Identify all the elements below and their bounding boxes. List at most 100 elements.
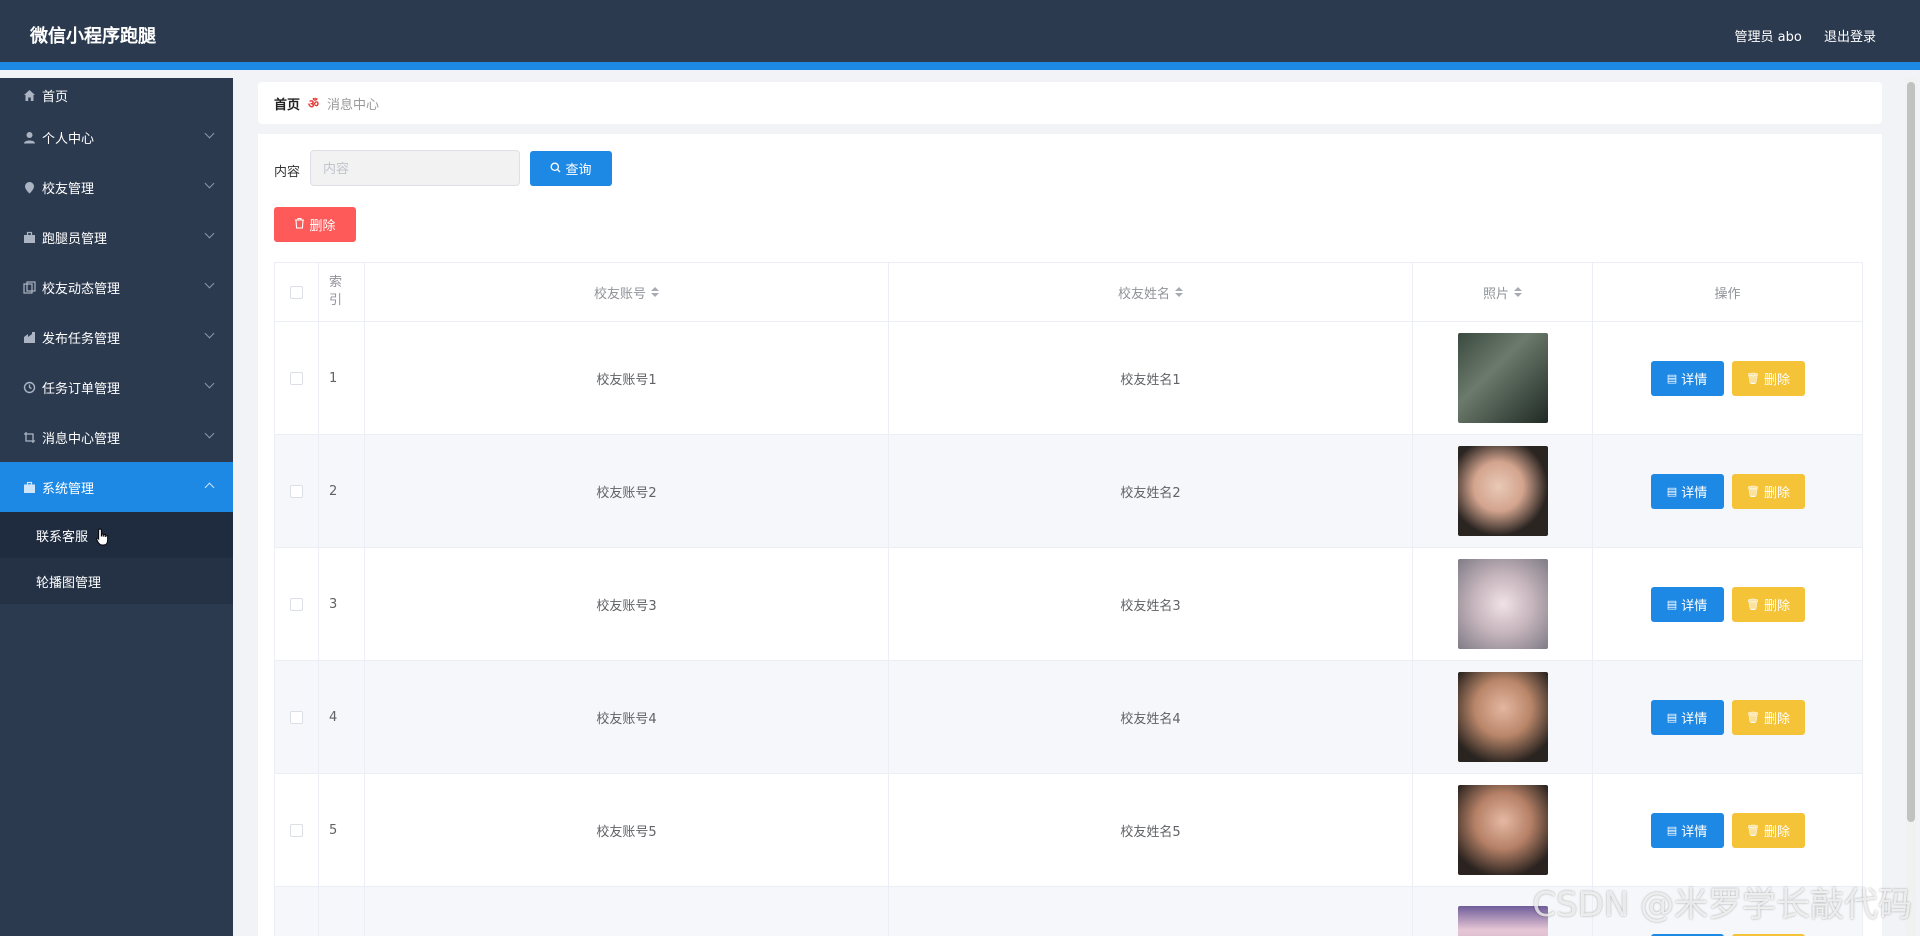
trash-icon: 🗑︎	[1746, 597, 1760, 611]
house-icon	[22, 330, 36, 344]
document-icon: ▤	[1666, 710, 1678, 724]
content-search-input[interactable]	[310, 150, 520, 186]
detail-button-label: 详情	[1681, 598, 1708, 614]
header-accent-bar	[0, 62, 1920, 70]
row-photo-cell	[1413, 322, 1593, 434]
row-check-cell	[274, 322, 319, 434]
alumni-photo[interactable]	[1457, 446, 1548, 536]
alumni-photo[interactable]	[1457, 333, 1548, 423]
sidebar-item-label: 首页	[42, 89, 69, 105]
sort-icon[interactable]	[1175, 287, 1183, 297]
delete-button-label: 删除	[1763, 824, 1790, 840]
watermark: CSDN @米罗学长敲代码	[1532, 885, 1912, 925]
delete-button[interactable]: 🗑︎ 删除	[1731, 473, 1805, 509]
header-index-label: 索引	[329, 275, 343, 308]
sidebar-item-task-order[interactable]: 任务订单管理	[0, 362, 233, 412]
row-ops: ▤ 详情 🗑︎ 删除	[1593, 661, 1863, 773]
sidebar-item-label: 任务订单管理	[42, 381, 121, 397]
chevron-down-icon	[204, 228, 215, 239]
sidebar-item-alumni-feed[interactable]: 校友动态管理	[0, 262, 233, 312]
table-row: 1 校友账号1 校友姓名1 ▤ 详情 🗑︎ 删除	[274, 322, 1863, 435]
row-checkbox[interactable]	[290, 484, 303, 498]
sidebar-item-runner[interactable]: 跑腿员管理	[0, 212, 233, 262]
location-icon	[22, 180, 36, 194]
sidebar-item-message-center[interactable]: 消息中心管理	[0, 412, 233, 462]
delete-button[interactable]: 🗑︎ 删除	[1731, 586, 1805, 622]
chevron-down-icon	[204, 328, 215, 339]
header-account[interactable]: 校友账号	[365, 263, 889, 321]
sidebar-subitem-carousel[interactable]: 轮播图管理	[0, 558, 233, 604]
row-checkbox[interactable]	[290, 597, 303, 611]
detail-button-label: 详情	[1681, 824, 1708, 840]
row-index	[319, 887, 365, 936]
sort-icon[interactable]	[1514, 287, 1522, 297]
document-icon: ▤	[1666, 371, 1678, 385]
row-name: 校友姓名2	[889, 435, 1413, 547]
top-header: 微信小程序跑腿 管理员 abo 退出登录	[0, 0, 1920, 70]
row-ops: ▤ 详情 🗑︎ 删除	[1593, 435, 1863, 547]
detail-button[interactable]: ▤ 详情	[1650, 812, 1724, 848]
header-photo[interactable]: 照片	[1413, 263, 1593, 321]
row-check-cell	[274, 661, 319, 773]
suitcase-icon	[22, 480, 36, 494]
sidebar-item-personal-center[interactable]: 个人中心	[0, 112, 233, 162]
alumni-table: 索引 校友账号 校友姓名 照片 操作 1 校友账号1 校友姓名1 ▤ 详情 🗑︎ 删…	[274, 262, 1863, 936]
breadcrumb-home[interactable]: 首页	[274, 94, 300, 113]
batch-delete-button[interactable]: 删除	[274, 207, 356, 242]
row-photo-cell	[1413, 435, 1593, 547]
row-checkbox[interactable]	[290, 371, 303, 385]
table-row: 3 校友账号3 校友姓名3 ▤ 详情 🗑︎ 删除	[274, 548, 1863, 661]
user-box: 管理员 abo 退出登录	[1717, 26, 1876, 45]
delete-button-label: 删除	[1763, 711, 1790, 727]
sidebar: 首页 个人中心 校友管理 跑腿员管理 校友动态管理 发布任务管理 任务订单管理 …	[0, 78, 233, 936]
header-name[interactable]: 校友姓名	[889, 263, 1413, 321]
delete-button[interactable]: 🗑︎ 删除	[1731, 812, 1805, 848]
row-index: 4	[319, 661, 365, 773]
sidebar-item-label: 校友管理	[42, 181, 95, 197]
table-row: 4 校友账号4 校友姓名4 ▤ 详情 🗑︎ 删除	[274, 661, 1863, 774]
row-checkbox[interactable]	[290, 710, 303, 724]
sidebar-subitem-customer-service[interactable]: 联系客服	[0, 512, 233, 558]
table-row: 5 校友账号5 校友姓名5 ▤ 详情 🗑︎ 删除	[274, 774, 1863, 887]
clock-icon	[22, 380, 36, 394]
copy-icon	[22, 280, 36, 294]
sidebar-item-home[interactable]: 首页	[0, 78, 233, 112]
row-index: 1	[319, 322, 365, 434]
row-account: 校友账号2	[365, 435, 889, 547]
row-ops: ▤ 详情 🗑︎ 删除	[1593, 322, 1863, 434]
alumni-photo[interactable]	[1457, 559, 1548, 649]
sidebar-item-publish-task[interactable]: 发布任务管理	[0, 312, 233, 362]
alumni-photo[interactable]	[1457, 672, 1548, 762]
chevron-down-icon	[204, 128, 215, 139]
delete-button[interactable]: 🗑︎ 删除	[1731, 699, 1805, 735]
app-title: 微信小程序跑腿	[30, 26, 156, 47]
delete-button-label: 删除	[1763, 485, 1790, 501]
query-button[interactable]: 查询	[530, 151, 612, 186]
row-checkbox[interactable]	[290, 823, 303, 837]
select-all-checkbox[interactable]	[290, 285, 303, 299]
logout-link[interactable]: 退出登录	[1824, 30, 1876, 45]
select-all-cell	[274, 263, 319, 321]
sidebar-item-system[interactable]: 系统管理	[0, 462, 233, 512]
admin-user-label[interactable]: 管理员 abo	[1735, 30, 1802, 45]
detail-button[interactable]: ▤ 详情	[1650, 699, 1724, 735]
document-icon: ▤	[1666, 597, 1678, 611]
header-name-label: 校友姓名	[1117, 286, 1170, 302]
row-check-cell	[274, 435, 319, 547]
detail-button-label: 详情	[1681, 372, 1708, 388]
sort-icon[interactable]	[651, 287, 659, 297]
scrollbar-thumb[interactable]	[1907, 82, 1915, 822]
detail-button[interactable]: ▤ 详情	[1650, 360, 1724, 396]
row-photo-cell	[1413, 661, 1593, 773]
delete-button[interactable]: 🗑︎ 删除	[1731, 360, 1805, 396]
alumni-photo[interactable]	[1457, 785, 1548, 875]
sidebar-item-label: 个人中心	[42, 131, 95, 147]
sidebar-item-alumni[interactable]: 校友管理	[0, 162, 233, 212]
trash-icon: 🗑︎	[1746, 371, 1760, 385]
detail-button[interactable]: ▤ 详情	[1650, 473, 1724, 509]
detail-button[interactable]: ▤ 详情	[1650, 586, 1724, 622]
page-scrollbar[interactable]	[1906, 78, 1916, 936]
chevron-down-icon	[204, 178, 215, 189]
row-index: 3	[319, 548, 365, 660]
query-button-label: 查询	[565, 163, 592, 178]
